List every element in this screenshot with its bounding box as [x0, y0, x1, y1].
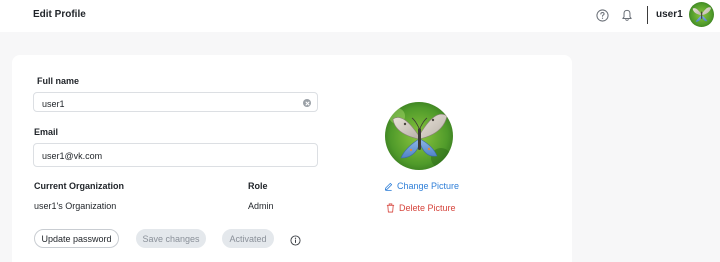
header-divider: [647, 6, 648, 24]
trash-icon: [386, 203, 395, 213]
email-label: Email: [34, 127, 59, 137]
full-name-field[interactable]: user1: [33, 92, 318, 112]
organization-label: Current Organization: [34, 181, 125, 191]
update-password-button[interactable]: Update password: [34, 229, 119, 248]
page-title: Edit Profile: [33, 9, 86, 20]
info-icon[interactable]: [290, 233, 301, 246]
clear-icon[interactable]: [303, 99, 311, 107]
change-picture-link[interactable]: Change Picture: [384, 181, 459, 191]
profile-card: Full name user1 Email user1@vk.com Curre…: [12, 55, 572, 262]
bell-icon[interactable]: [620, 8, 634, 22]
activated-button[interactable]: Activated: [222, 229, 274, 248]
username: user1: [656, 9, 683, 20]
full-name-label: Full name: [37, 76, 80, 86]
help-icon[interactable]: [595, 8, 609, 22]
role-label: Role: [248, 181, 268, 191]
role-value: Admin: [248, 201, 274, 211]
save-changes-button[interactable]: Save changes: [136, 229, 206, 248]
email-field[interactable]: user1@vk.com: [33, 143, 318, 167]
delete-picture-label: Delete Picture: [399, 203, 456, 213]
user-avatar[interactable]: [689, 2, 714, 27]
organization-value: user1's Organization: [34, 201, 117, 211]
pencil-icon: [384, 182, 393, 191]
full-name-value: user1: [42, 99, 65, 109]
change-picture-label: Change Picture: [397, 181, 460, 191]
top-bar: Edit Profile user1: [0, 0, 720, 32]
email-value: user1@vk.com: [42, 151, 103, 161]
profile-picture: [385, 102, 453, 170]
delete-picture-link[interactable]: Delete Picture: [386, 203, 456, 213]
